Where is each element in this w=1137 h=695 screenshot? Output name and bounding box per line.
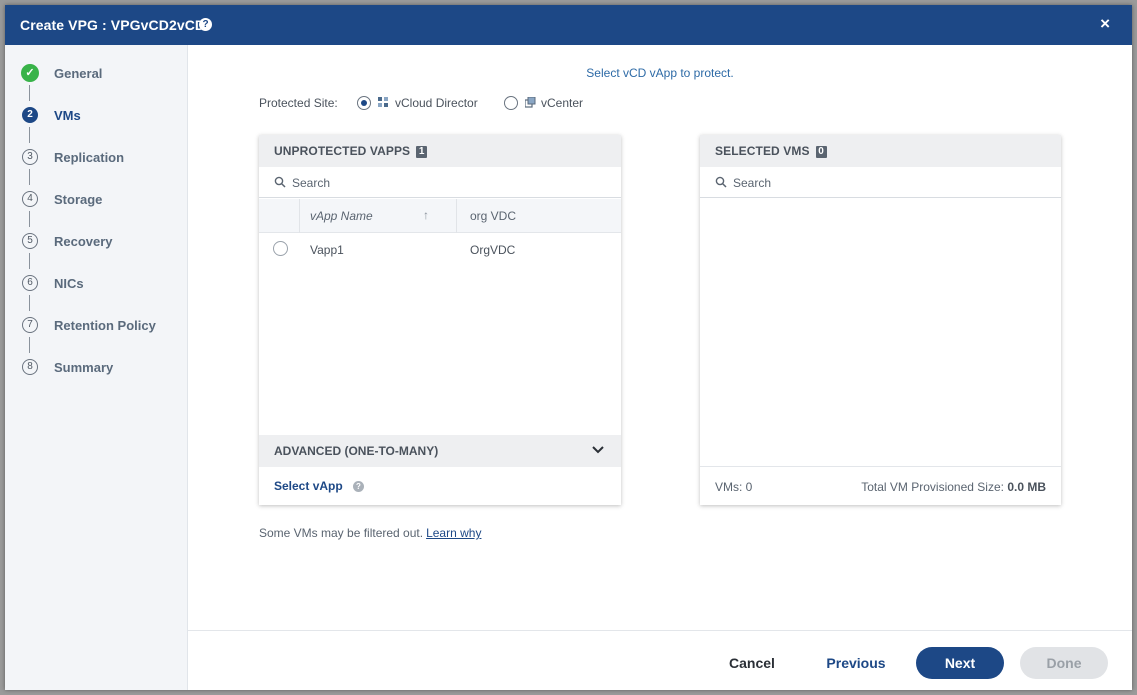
help-icon[interactable]: ? bbox=[353, 481, 364, 492]
help-icon[interactable]: ? bbox=[199, 18, 212, 31]
vcloud-director-label[interactable]: vCloud Director bbox=[395, 96, 478, 110]
selected-vms-panel: SELECTED VMS 0 VMs: 0 Total VM Provisione… bbox=[700, 135, 1061, 505]
wizard-steps-sidebar: ✓ General 2 VMs 3 Replication 4 Storage … bbox=[5, 45, 188, 690]
vm-count: VMs: 0 bbox=[715, 480, 753, 494]
total-provisioned-size: Total VM Provisioned Size: 0.0 MB bbox=[861, 480, 1046, 494]
filter-note: Some VMs may be filtered out. Learn why bbox=[259, 526, 481, 540]
cell-org-vdc: OrgVDC bbox=[470, 243, 516, 257]
check-icon: ✓ bbox=[21, 64, 39, 82]
step-label: Recovery bbox=[54, 234, 113, 249]
step-connector bbox=[29, 337, 30, 353]
row-select-radio[interactable] bbox=[273, 241, 288, 256]
column-separator bbox=[299, 199, 300, 233]
vcloud-director-radio[interactable] bbox=[357, 96, 371, 110]
search-input[interactable] bbox=[733, 174, 1013, 191]
step-number: 7 bbox=[22, 317, 38, 333]
panel-title-text: UNPROTECTED VAPPS bbox=[274, 144, 411, 158]
step-retention-policy[interactable]: 7 Retention Policy bbox=[5, 316, 188, 336]
cell-vapp-name: Vapp1 bbox=[310, 243, 344, 257]
provisioned-size-label: Total VM Provisioned Size: bbox=[861, 480, 1004, 494]
step-storage[interactable]: 4 Storage bbox=[5, 190, 188, 210]
count-badge: 1 bbox=[416, 146, 428, 158]
step-connector bbox=[29, 169, 30, 185]
table-header: vApp Name ↑ org VDC bbox=[259, 199, 621, 233]
table-row[interactable]: Vapp1 OrgVDC bbox=[259, 234, 621, 266]
step-connector bbox=[29, 85, 30, 101]
step-general[interactable]: ✓ General bbox=[5, 64, 188, 84]
step-summary[interactable]: 8 Summary bbox=[5, 358, 188, 378]
next-button[interactable]: Next bbox=[916, 647, 1004, 679]
vcenter-label[interactable]: vCenter bbox=[541, 96, 583, 110]
close-button[interactable]: × bbox=[1100, 15, 1110, 33]
done-button[interactable]: Done bbox=[1020, 647, 1108, 679]
provisioned-size-value: 0.0 MB bbox=[1007, 480, 1046, 494]
step-number: 5 bbox=[22, 233, 38, 249]
panel-title-text: SELECTED VMS bbox=[715, 144, 810, 158]
selected-vms-footer: VMs: 0 Total VM Provisioned Size: 0.0 MB bbox=[700, 466, 1061, 505]
step-number: 2 bbox=[22, 107, 38, 123]
step-label: Storage bbox=[54, 192, 103, 207]
vcenter-radio[interactable] bbox=[504, 96, 518, 110]
panel-header: UNPROTECTED VAPPS 1 bbox=[259, 135, 621, 167]
vcenter-icon bbox=[525, 97, 536, 108]
step-connector bbox=[29, 295, 30, 311]
step-connector bbox=[29, 253, 30, 269]
panel-title: UNPROTECTED VAPPS 1 bbox=[274, 144, 428, 158]
learn-why-link[interactable]: Learn why bbox=[426, 526, 481, 540]
select-vapp-link[interactable]: Select vApp bbox=[274, 479, 343, 493]
search-input[interactable] bbox=[292, 174, 572, 191]
step-replication[interactable]: 3 Replication bbox=[5, 148, 188, 168]
step-label: Retention Policy bbox=[54, 318, 156, 333]
cancel-button[interactable]: Cancel bbox=[708, 647, 796, 679]
step-label: General bbox=[54, 66, 103, 81]
step-label: Replication bbox=[54, 150, 125, 165]
panel-title: SELECTED VMS 0 bbox=[715, 144, 827, 158]
count-badge: 0 bbox=[815, 146, 827, 158]
advanced-one-to-many-toggle[interactable]: ADVANCED (ONE-TO-MANY) bbox=[259, 435, 621, 467]
step-label: Summary bbox=[54, 360, 114, 375]
dialog-footer: Cancel Previous Next Done bbox=[188, 630, 1132, 690]
unprotected-vapps-panel: UNPROTECTED VAPPS 1 vApp Name ↑ org VDC V… bbox=[259, 135, 621, 505]
step-nics[interactable]: 6 NICs bbox=[5, 274, 188, 294]
step-number: 8 bbox=[22, 359, 38, 375]
dialog-titlebar: Create VPG : VPGvCD2vCD ? × bbox=[5, 5, 1132, 45]
column-org-vdc[interactable]: org VDC bbox=[470, 209, 516, 223]
search-icon bbox=[274, 176, 286, 188]
search-icon bbox=[715, 176, 727, 188]
protected-site-label: Protected Site: bbox=[259, 96, 338, 110]
step-label: NICs bbox=[54, 276, 84, 291]
panel-header: SELECTED VMS 0 bbox=[700, 135, 1061, 167]
chevron-down-icon bbox=[592, 446, 604, 454]
step-recovery[interactable]: 5 Recovery bbox=[5, 232, 188, 252]
page-subtitle: Select vCD vApp to protect. bbox=[586, 66, 734, 80]
column-separator bbox=[456, 199, 457, 233]
step-label: VMs bbox=[54, 108, 81, 123]
vcloud-director-icon bbox=[378, 97, 388, 107]
step-vms[interactable]: 2 VMs bbox=[5, 106, 188, 126]
create-vpg-dialog: Create VPG : VPGvCD2vCD ? × ✓ General 2 … bbox=[5, 5, 1132, 690]
vm-search bbox=[700, 167, 1061, 198]
filter-note-text: Some VMs may be filtered out. bbox=[259, 526, 424, 540]
previous-button[interactable]: Previous bbox=[812, 647, 900, 679]
step-number: 6 bbox=[22, 275, 38, 291]
step-connector bbox=[29, 127, 30, 143]
column-vapp-name[interactable]: vApp Name bbox=[310, 209, 373, 223]
step-connector bbox=[29, 211, 30, 227]
main-content: Select vCD vApp to protect. Protected Si… bbox=[188, 45, 1132, 690]
advanced-label: ADVANCED (ONE-TO-MANY) bbox=[274, 444, 439, 458]
step-number: 3 bbox=[22, 149, 38, 165]
step-number: 4 bbox=[22, 191, 38, 207]
sort-ascending-icon[interactable]: ↑ bbox=[423, 208, 429, 222]
dialog-title: Create VPG : VPGvCD2vCD bbox=[20, 17, 206, 33]
vapp-search bbox=[259, 167, 621, 198]
